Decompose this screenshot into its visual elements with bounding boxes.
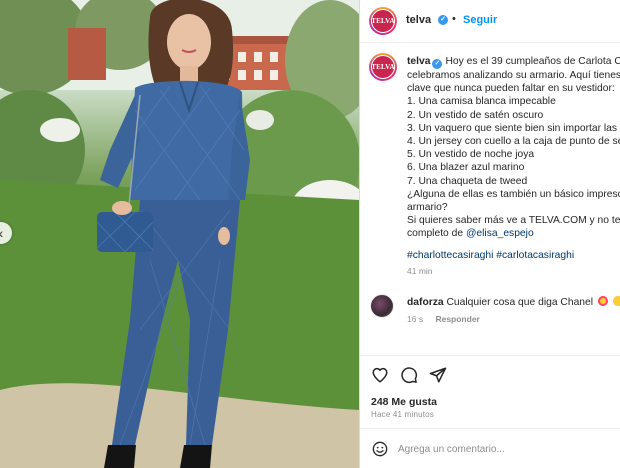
follow-button[interactable]: Seguir [463,14,497,26]
likes-count[interactable]: 248 Me gusta [371,396,437,408]
verified-badge-icon: ✓ [438,15,448,25]
photo-illustration [0,0,359,468]
author-username[interactable]: telva [406,14,431,26]
caption-line: Si quieres saber más ve a TELVA.COM y no… [407,215,620,227]
comment-item: daforza Cualquier cosa que diga Chanel [407,296,620,308]
post-photo[interactable]: ‹ [0,0,359,468]
separator-dot: • [452,13,456,25]
like-button[interactable] [371,366,389,384]
heart-eyes-emoji-icon [597,296,608,306]
heart-eyes-emoji-icon [612,296,620,306]
paper-plane-icon [429,367,447,383]
caption-line: armario? [407,202,448,214]
author-avatar-logo: TELVA [371,9,395,33]
comment-button[interactable] [400,366,418,384]
comment-icon [401,367,418,384]
comment-timestamp: 16 s [407,314,424,324]
caption-line: 2. Un vestido de satén oscuro [407,109,544,121]
caption-line: completo de @elisa_espejo [407,228,534,240]
post-caption: telva ✓ Hoy es el 39 cumpleaños de Carlota… [407,55,620,241]
comment-box-divider [360,428,620,429]
post-header: TELVA telva ✓ • Seguir [360,0,620,43]
caption-line: 1. Una camisa blanca impecable [407,96,556,108]
comment-text: Cualquier cosa que diga Chanel [446,297,594,308]
caption-line: 7. Una chaqueta de tweed [407,175,528,187]
caption-line: telva ✓ Hoy es el 39 cumpleaños de Carlota… [407,56,620,69]
caption-line: ¿Alguna de ellas es también un básico im… [407,188,620,200]
add-comment-input[interactable] [398,440,613,458]
author-avatar[interactable]: TELVA [369,7,397,35]
caption-line: clave que nunca pueden faltar en su vest… [407,83,615,95]
smiley-icon [372,441,388,457]
actions-divider [360,355,620,356]
comment-meta: 16 s Responder [407,314,480,324]
commenter-avatar[interactable] [370,294,394,318]
caption-line: celebramos analizando su armario. Aquí t… [407,70,620,81]
post-timestamp[interactable]: Hace 41 minutos [371,410,434,419]
caption-author-avatar[interactable]: TELVA [369,53,397,81]
caption-username[interactable]: telva [407,56,430,67]
share-button[interactable] [429,366,447,384]
heart-icon [372,367,388,383]
caption-line: 3. Un vaquero que siente bien sin import… [407,122,620,134]
caption-timestamp[interactable]: 41 min [407,266,433,276]
chevron-left-icon: ‹ [0,225,3,241]
mention-link[interactable]: @elisa_espejo [466,228,534,239]
caption-author-avatar-logo: TELVA [371,55,395,79]
commenter-username[interactable]: daforza [407,297,444,308]
emoji-picker-button[interactable] [372,441,388,457]
hashtag-links[interactable]: #charlottecasiraghi #carlotacasiraghi [407,250,574,261]
caption-line: 6. Una blazer azul marino [407,162,525,174]
caption-line: 5. Un vestido de noche joya [407,149,535,161]
reply-button[interactable]: Responder [435,314,479,324]
verified-badge-icon: ✓ [432,59,443,69]
caption-line: 4. Un jersey con cuello a la caja de pun… [407,136,620,148]
post-details-panel: TELVA telva ✓ • Seguir TELVA telva ✓ Hoy e… [360,0,620,468]
